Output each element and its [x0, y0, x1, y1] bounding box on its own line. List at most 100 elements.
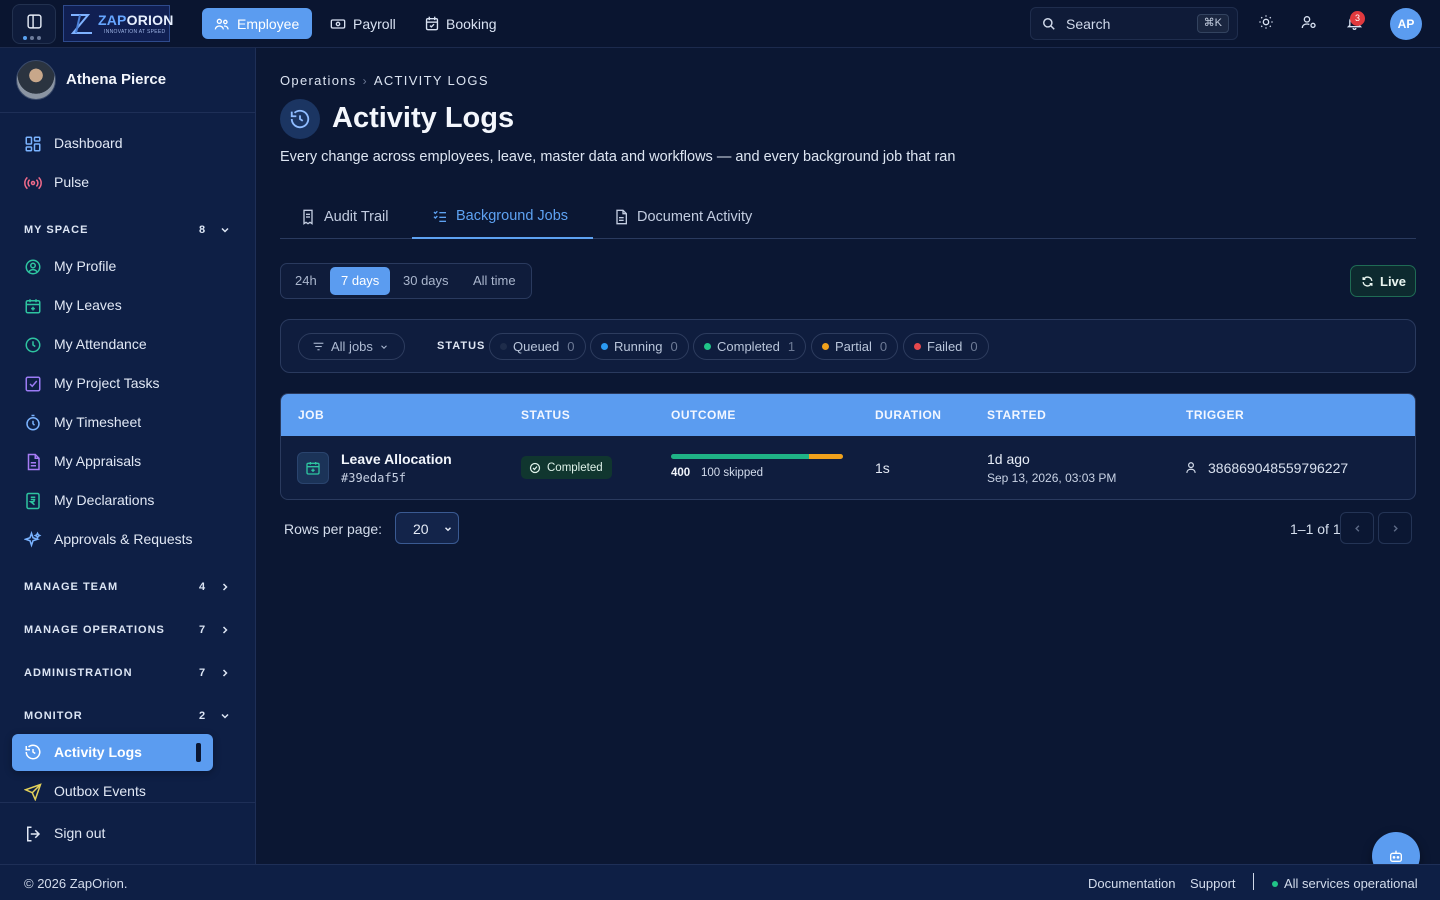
logo-mark-icon: [68, 11, 96, 37]
user-settings-icon[interactable]: [1301, 14, 1317, 30]
status-filter-label: STATUS: [437, 340, 486, 352]
sidebar-item-my-declarations[interactable]: My Declarations: [12, 485, 240, 517]
section-manage-operations[interactable]: MANAGE OPERATIONS 7: [24, 624, 232, 640]
tab-background-jobs[interactable]: Background Jobs: [412, 194, 593, 239]
all-jobs-dropdown[interactable]: All jobs: [298, 333, 405, 360]
outcome-skipped-fill: [808, 454, 843, 459]
chevron-right-icon: [219, 624, 231, 636]
sidebar-footer: Sign out: [0, 802, 255, 864]
column-header-status[interactable]: STATUS: [521, 408, 570, 422]
chevron-down-icon: [443, 524, 453, 534]
search-shortcut: ⌘K: [1196, 14, 1229, 33]
user-avatar[interactable]: AP: [1390, 8, 1422, 40]
started-relative: 1d ago: [987, 451, 1030, 467]
tab-document-activity[interactable]: Document Activity: [593, 194, 772, 239]
broadcast-icon: [24, 174, 42, 192]
footer-documentation-link[interactable]: Documentation: [1088, 876, 1175, 891]
column-header-started[interactable]: STARTED: [987, 408, 1046, 422]
nav-booking[interactable]: Booking: [413, 8, 509, 39]
list-check-icon: [432, 208, 448, 224]
rows-per-page-label: Rows per page:: [284, 521, 383, 537]
nav-employee[interactable]: Employee: [202, 8, 312, 39]
sidebar-item-my-profile[interactable]: My Profile: [12, 251, 240, 283]
range-option-30-days[interactable]: 30 days: [392, 267, 460, 295]
sign-out-button[interactable]: Sign out: [12, 818, 240, 850]
robot-icon: [1388, 848, 1404, 864]
live-button[interactable]: Live: [1350, 265, 1416, 297]
rupee-doc-icon: [24, 492, 42, 510]
status-chip-completed[interactable]: Completed 1: [693, 333, 807, 360]
table-header: JOB STATUS OUTCOME DURATION STARTED TRIG…: [281, 394, 1415, 436]
column-header-outcome[interactable]: OUTCOME: [671, 408, 736, 422]
status-chip-queued[interactable]: Queued 0: [489, 333, 586, 360]
status-chip-failed[interactable]: Failed 0: [903, 333, 989, 360]
search-icon: [1042, 17, 1056, 31]
sidebar-item-my-timesheet[interactable]: My Timesheet: [12, 407, 240, 439]
sidebar-item-activity-logs[interactable]: Activity Logs: [12, 734, 213, 771]
receipt-icon: [300, 209, 316, 225]
breadcrumb-separator-icon: ›: [362, 73, 368, 88]
status-chip-partial[interactable]: Partial 0: [811, 333, 899, 360]
status-badge: Completed: [521, 456, 612, 479]
started-absolute: Sep 13, 2026, 03:03 PM: [987, 471, 1117, 485]
chevron-right-icon: [1390, 523, 1401, 534]
range-option-24h[interactable]: 24h: [284, 267, 328, 295]
nav-payroll[interactable]: Payroll: [318, 8, 408, 39]
section-count: 8: [199, 224, 206, 236]
range-option-7-days[interactable]: 7 days: [330, 267, 391, 295]
outcome-processed-count: 400: [671, 467, 691, 479]
calendar-plus-icon: [24, 297, 42, 315]
section-count: 7: [199, 624, 206, 636]
brand-logo[interactable]: ZAPORION INNOVATION AT SPEED: [63, 5, 173, 42]
search-input[interactable]: Search ⌘K: [1030, 7, 1238, 40]
breadcrumb-parent[interactable]: Operations: [280, 73, 357, 88]
sidebar-item-dashboard[interactable]: Dashboard: [12, 128, 240, 160]
chevron-right-icon: [219, 581, 231, 593]
sidebar-item-my-attendance[interactable]: My Attendance: [12, 329, 240, 361]
column-header-duration[interactable]: DURATION: [875, 408, 941, 422]
check-circle-icon: [529, 462, 541, 474]
column-header-job[interactable]: JOB: [298, 408, 324, 422]
theme-sun-icon[interactable]: [1258, 14, 1274, 30]
section-count: 4: [199, 581, 206, 593]
status-dot: [704, 343, 711, 350]
document-icon: [24, 453, 42, 471]
footer-support-link[interactable]: Support: [1190, 876, 1236, 891]
sidebar-item-approvals-requests[interactable]: Approvals & Requests: [12, 524, 240, 556]
range-option-all-time[interactable]: All time: [462, 267, 527, 295]
sidebar-item-my-project-tasks[interactable]: My Project Tasks: [12, 368, 240, 400]
column-header-trigger[interactable]: TRIGGER: [1186, 408, 1244, 422]
next-page-button[interactable]: [1378, 512, 1412, 544]
job-duration: 1s: [875, 460, 890, 476]
checkbox-icon: [24, 375, 42, 393]
workspace-dots: [23, 36, 41, 40]
outcome-progress-bar: [671, 454, 843, 459]
section-monitor[interactable]: MONITOR 2: [24, 710, 232, 726]
section-administration[interactable]: ADMINISTRATION 7: [24, 667, 232, 683]
sidebar-item-my-appraisals[interactable]: My Appraisals: [12, 446, 240, 478]
status-chip-running[interactable]: Running 0: [590, 333, 689, 360]
sidebar-toggle-button[interactable]: [12, 4, 56, 44]
sidebar-item-my-leaves[interactable]: My Leaves: [12, 290, 240, 322]
footer-service-status[interactable]: All services operational: [1284, 876, 1418, 891]
dashboard-icon: [24, 135, 42, 153]
prev-page-button[interactable]: [1340, 512, 1374, 544]
job-name[interactable]: Leave Allocation: [341, 451, 452, 467]
status-dot: [914, 343, 921, 350]
sidebar-item-pulse[interactable]: Pulse: [12, 167, 240, 199]
status-dot: [500, 343, 507, 350]
section-manage-team[interactable]: MANAGE TEAM 4: [24, 581, 232, 597]
top-bar: ZAPORION INNOVATION AT SPEED Employee Pa…: [0, 0, 1440, 48]
rows-per-page-select[interactable]: 20: [395, 512, 459, 544]
tab-audit-trail[interactable]: Audit Trail: [280, 194, 408, 239]
sidebar: Athena Pierce Dashboard Pulse MY SPACE 8…: [0, 48, 256, 864]
page-title-badge: [280, 99, 320, 139]
chevron-down-icon: [379, 342, 389, 352]
trigger-user-id[interactable]: 386869048559796227: [1208, 460, 1348, 476]
calendar-icon: [425, 16, 439, 31]
calendar-plus-icon: [305, 460, 321, 476]
user-profile-row[interactable]: Athena Pierce: [0, 48, 255, 113]
table-row[interactable]: Leave Allocation #39edaf5f Completed 400…: [281, 436, 1415, 499]
send-icon: [24, 783, 42, 801]
section-my-space[interactable]: MY SPACE 8: [24, 224, 232, 240]
